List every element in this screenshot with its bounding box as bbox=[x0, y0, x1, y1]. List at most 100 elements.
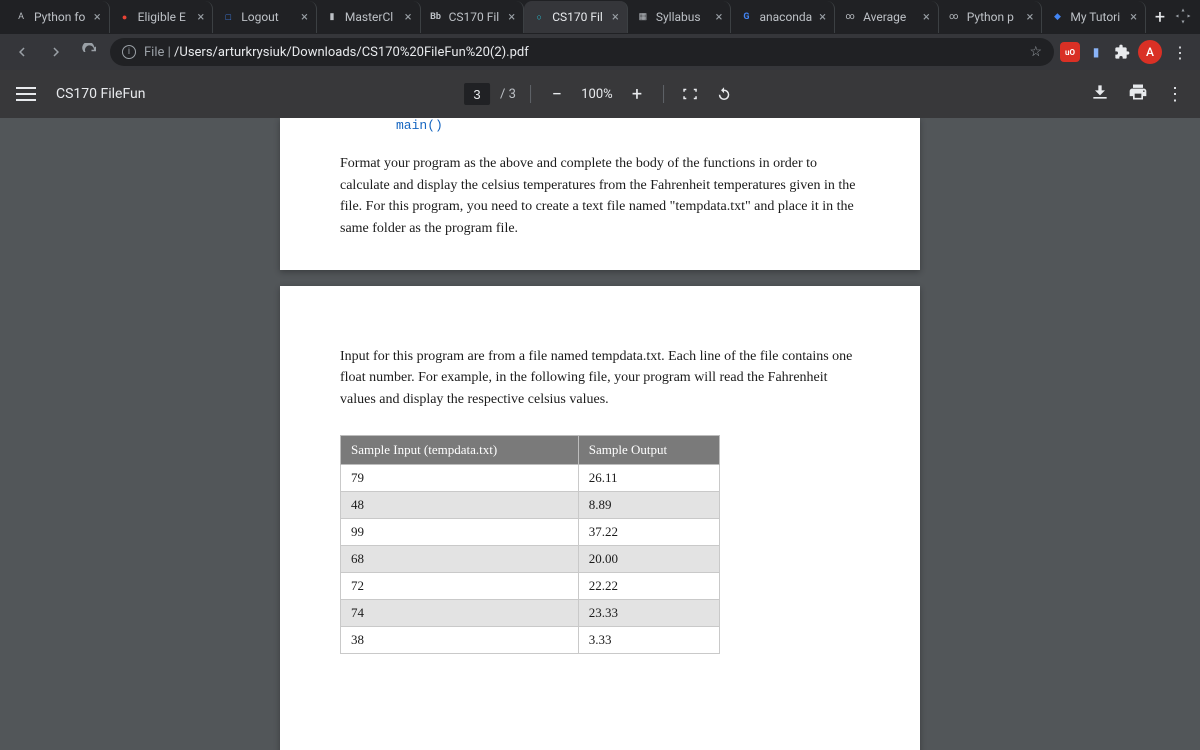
print-button[interactable] bbox=[1128, 82, 1148, 106]
forward-button[interactable] bbox=[42, 38, 70, 66]
close-icon[interactable]: × bbox=[819, 10, 826, 25]
extension-manager-icon[interactable]: ▮ bbox=[1086, 42, 1106, 62]
pdf-sidebar-toggle[interactable] bbox=[16, 87, 36, 101]
table-cell: 23.33 bbox=[578, 599, 719, 626]
divider bbox=[663, 85, 664, 103]
browser-tab[interactable]: Bb CS170 Fil × bbox=[421, 1, 525, 33]
tab-title: My Tutori bbox=[1070, 10, 1124, 24]
tab-favicon: G bbox=[739, 10, 753, 24]
table-row: 7222.22 bbox=[341, 572, 720, 599]
tab-favicon: ◆ bbox=[1050, 10, 1064, 24]
close-icon[interactable]: × bbox=[1026, 10, 1033, 25]
address-bar[interactable]: i File | /Users/arturkrysiuk/Downloads/C… bbox=[110, 38, 1054, 66]
divider bbox=[530, 85, 531, 103]
table-cell: 8.89 bbox=[578, 491, 719, 518]
pdf-page-2-fragment: main() Format your program as the above … bbox=[280, 118, 920, 270]
zoom-out-button[interactable]: − bbox=[545, 82, 569, 106]
table-cell: 68 bbox=[341, 545, 579, 572]
new-tab-button[interactable]: + bbox=[1146, 3, 1174, 31]
sample-io-table: Sample Input (tempdata.txt) Sample Outpu… bbox=[340, 435, 720, 654]
browser-tab[interactable]: Ganaconda × bbox=[731, 1, 835, 33]
table-cell: 22.22 bbox=[578, 572, 719, 599]
close-icon[interactable]: × bbox=[94, 10, 101, 25]
close-icon[interactable]: × bbox=[716, 10, 723, 25]
tab-title: Eligible E bbox=[138, 10, 192, 24]
extension-ublock-icon[interactable]: uO bbox=[1060, 42, 1080, 62]
browser-tab[interactable]: ● Eligible E × bbox=[110, 1, 214, 33]
browser-tab[interactable]: ◆ My Tutori × bbox=[1042, 1, 1146, 33]
pdf-page-total: / 3 bbox=[500, 87, 516, 102]
tab-title: Python p bbox=[967, 10, 1021, 24]
browser-toolbar: i File | /Users/arturkrysiuk/Downloads/C… bbox=[0, 34, 1200, 70]
browser-tab[interactable]: ▮MasterCl× bbox=[317, 1, 421, 33]
profile-avatar[interactable]: A bbox=[1138, 40, 1162, 64]
tab-title: Python fo bbox=[34, 10, 88, 24]
download-button[interactable] bbox=[1090, 82, 1110, 106]
table-cell: 99 bbox=[341, 518, 579, 545]
table-cell: 26.11 bbox=[578, 464, 719, 491]
table-cell: 20.00 bbox=[578, 545, 719, 572]
pdf-page-input[interactable] bbox=[464, 83, 490, 105]
tab-favicon: ○ bbox=[532, 10, 546, 24]
tab-favicon: ∞ bbox=[947, 10, 961, 24]
table-row: 7423.33 bbox=[341, 599, 720, 626]
fit-page-button[interactable] bbox=[678, 82, 702, 106]
close-icon[interactable]: × bbox=[301, 10, 308, 25]
table-cell: 3.33 bbox=[578, 626, 719, 653]
pdf-menu-button[interactable]: ⋮ bbox=[1166, 84, 1184, 105]
reload-button[interactable] bbox=[76, 38, 104, 66]
paragraph-instructions: Format your program as the above and com… bbox=[340, 153, 860, 240]
table-cell: 79 bbox=[341, 464, 579, 491]
tab-title: anaconda bbox=[759, 10, 813, 24]
pdf-document-title: CS170 FileFun bbox=[56, 86, 146, 102]
window-controls[interactable] bbox=[1174, 7, 1194, 27]
table-row: 383.33 bbox=[341, 626, 720, 653]
browser-tab[interactable]: ▦Syllabus× bbox=[628, 1, 732, 33]
close-icon[interactable]: × bbox=[1130, 10, 1137, 25]
table-row: 6820.00 bbox=[341, 545, 720, 572]
browser-menu-button[interactable]: ⋮ bbox=[1168, 43, 1192, 62]
table-cell: 74 bbox=[341, 599, 579, 626]
tab-favicon: □ bbox=[221, 10, 235, 24]
close-icon[interactable]: × bbox=[508, 10, 515, 25]
site-info-icon[interactable]: i bbox=[122, 45, 136, 59]
tab-title: CS170 Fil bbox=[449, 10, 503, 24]
browser-tab[interactable]: A Python fo × bbox=[6, 1, 110, 33]
close-icon[interactable]: × bbox=[405, 10, 412, 25]
browser-tab[interactable]: □ Logout × bbox=[213, 1, 317, 33]
browser-tab[interactable]: ∞ Python p × bbox=[939, 1, 1043, 33]
tab-title: Logout bbox=[241, 10, 295, 24]
browser-tab[interactable]: ○ CS170 Fil × bbox=[524, 1, 628, 33]
table-row: 9937.22 bbox=[341, 518, 720, 545]
table-cell: 38 bbox=[341, 626, 579, 653]
browser-tab[interactable]: ∞Average× bbox=[835, 1, 939, 33]
back-button[interactable] bbox=[8, 38, 36, 66]
tab-strip: APython fo×●Eligible E×□Logout×▮MasterCl… bbox=[0, 0, 1200, 34]
close-icon[interactable]: × bbox=[197, 10, 204, 25]
close-icon[interactable]: × bbox=[923, 10, 930, 25]
pdf-page-3: Input for this program are from a file n… bbox=[280, 286, 920, 750]
tab-title: Syllabus bbox=[656, 10, 710, 24]
tab-title: MasterCl bbox=[345, 10, 399, 24]
table-row: 488.89 bbox=[341, 491, 720, 518]
table-cell: 48 bbox=[341, 491, 579, 518]
extensions-icon[interactable] bbox=[1112, 42, 1132, 62]
code-snippet: main() bbox=[396, 118, 860, 133]
tab-title: CS170 Fil bbox=[552, 10, 606, 24]
table-header-output: Sample Output bbox=[578, 435, 719, 464]
pdf-viewer[interactable]: main() Format your program as the above … bbox=[0, 118, 1200, 750]
zoom-in-button[interactable]: + bbox=[625, 82, 649, 106]
tab-favicon: Bb bbox=[429, 10, 443, 24]
table-cell: 37.22 bbox=[578, 518, 719, 545]
tab-favicon: ● bbox=[118, 10, 132, 24]
paragraph-input-desc: Input for this program are from a file n… bbox=[340, 346, 860, 411]
bookmark-icon[interactable]: ☆ bbox=[1029, 44, 1042, 60]
table-cell: 72 bbox=[341, 572, 579, 599]
zoom-level: 100% bbox=[579, 87, 615, 102]
tab-favicon: A bbox=[14, 10, 28, 24]
url-text: File | /Users/arturkrysiuk/Downloads/CS1… bbox=[144, 45, 1021, 60]
close-icon[interactable]: × bbox=[612, 10, 619, 25]
rotate-button[interactable] bbox=[712, 82, 736, 106]
tab-title: Average bbox=[863, 10, 917, 24]
table-row: 7926.11 bbox=[341, 464, 720, 491]
